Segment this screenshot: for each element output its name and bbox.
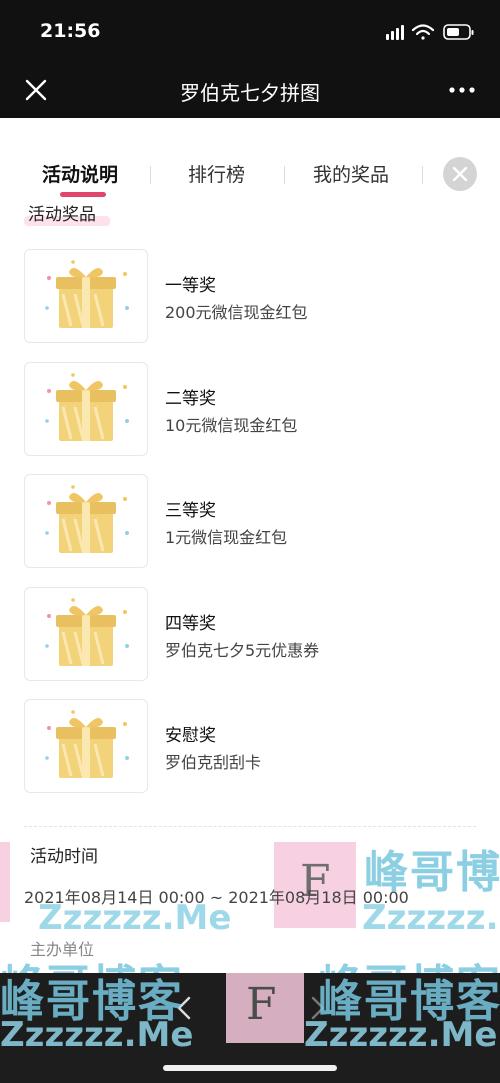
tab-leaderboard[interactable]: 排行榜	[188, 160, 245, 187]
prize-desc: 罗伯克七夕5元优惠券	[165, 641, 320, 660]
active-tab-indicator	[60, 192, 106, 197]
watermark-text: 峰哥博客	[364, 847, 500, 898]
tab-divider	[150, 166, 151, 184]
prizes-section-label: 活动奖品	[28, 205, 96, 225]
tab-my-prizes[interactable]: 我的奖品	[313, 160, 389, 187]
status-time: 21:56	[40, 20, 101, 42]
home-indicator[interactable]	[163, 1065, 337, 1071]
browser-toolbar: F 峰哥博客 峰哥博客 Zzzzzz.Me Zzzzzz.Me	[0, 973, 500, 1083]
section-divider	[24, 826, 476, 827]
prize-image	[24, 474, 148, 568]
battery-icon	[443, 24, 474, 40]
watermark-url: Zzzzzz.Me	[362, 898, 500, 938]
prize-image	[24, 362, 148, 456]
prize-desc: 200元微信现金红包	[165, 303, 308, 322]
prize-image	[24, 587, 148, 681]
prize-item: 一等奖 200元微信现金红包	[24, 249, 464, 343]
prize-desc: 10元微信现金红包	[165, 416, 298, 435]
signal-icon	[386, 25, 404, 40]
gift-box-icon	[45, 598, 129, 666]
gift-box-icon	[45, 485, 129, 553]
time-section-label: 活动时间	[30, 847, 98, 867]
prize-image	[24, 249, 148, 343]
prize-desc: 罗伯克刮刮卡	[165, 753, 262, 772]
close-icon	[452, 166, 468, 182]
nav-bar: 罗伯克七夕拼图	[0, 62, 500, 118]
prize-image	[24, 699, 148, 793]
prize-item: 四等奖 罗伯克七夕5元优惠券	[24, 587, 464, 681]
status-icons	[386, 24, 474, 40]
watermark-url: Zzzzzz.Me	[0, 1015, 194, 1055]
page-title: 罗伯克七夕拼图	[180, 81, 320, 105]
tab-divider	[422, 166, 423, 184]
tab-divider	[284, 166, 285, 184]
activity-panel: 活动说明 排行榜 我的奖品 活动奖品 一等奖 200元微信现金红包 二等奖 10…	[0, 118, 500, 973]
watermark-box: F	[226, 973, 304, 1043]
gift-box-icon	[45, 260, 129, 328]
tab-activity-info[interactable]: 活动说明	[42, 160, 118, 187]
watermark-url: Zzzzzz.Me	[304, 1015, 498, 1055]
gift-box-icon	[45, 373, 129, 441]
wifi-icon	[411, 24, 435, 40]
prize-name: 二等奖	[165, 389, 216, 409]
prize-item: 安慰奖 罗伯克刮刮卡	[24, 699, 464, 793]
status-bar: 21:56	[0, 0, 500, 62]
prize-name: 三等奖	[165, 501, 216, 521]
more-icon[interactable]	[446, 76, 478, 104]
prize-desc: 1元微信现金红包	[165, 528, 288, 547]
watermark-box	[0, 842, 10, 922]
prize-item: 三等奖 1元微信现金红包	[24, 474, 464, 568]
prize-name: 四等奖	[165, 614, 216, 634]
tab-bar: 活动说明 排行榜 我的奖品	[0, 154, 500, 198]
gift-box-icon	[45, 710, 129, 778]
watermark-url: Zzzzzz.Me	[38, 898, 232, 938]
panel-close-button[interactable]	[443, 157, 477, 191]
prize-name: 一等奖	[165, 276, 216, 296]
watermark-letter: F	[246, 979, 277, 1030]
prize-name: 安慰奖	[165, 726, 216, 746]
prize-item: 二等奖 10元微信现金红包	[24, 362, 464, 456]
